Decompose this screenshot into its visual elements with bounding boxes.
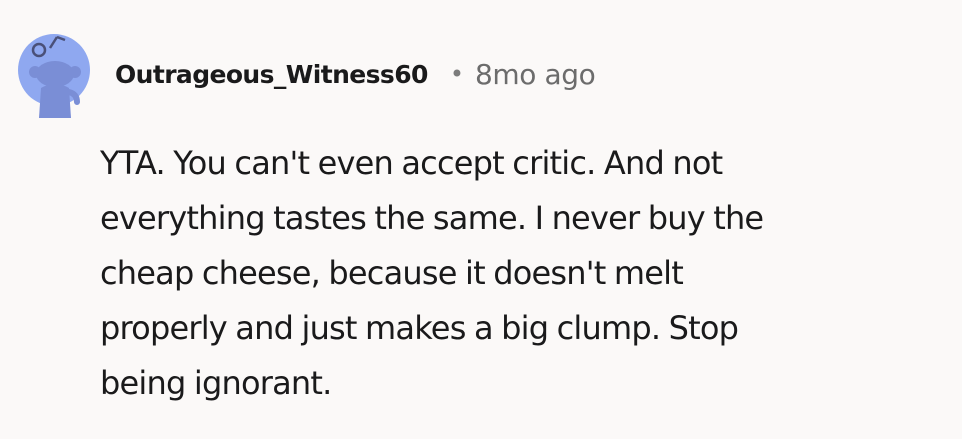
comment-body-line: everything tastes the same. I never buy … <box>100 199 764 237</box>
timestamp-link[interactable]: 8mo ago <box>475 58 596 91</box>
separator-dot: • <box>449 60 464 88</box>
comment: Outrageous_Witness60 • 8mo ago YTA. You … <box>0 0 962 439</box>
comment-body: YTA. You can't even accept critic. And n… <box>100 136 940 411</box>
comment-body-line: being ignorant. <box>100 364 332 402</box>
username-link[interactable]: Outrageous_Witness60 <box>115 60 428 89</box>
comment-body-line: cheap cheese, because it doesn't melt <box>100 254 684 292</box>
user-avatar[interactable] <box>17 22 91 118</box>
reddit-snoo-avatar-icon <box>18 34 90 118</box>
comment-body-line: YTA. You can't even accept critic. And n… <box>100 144 723 182</box>
comment-body-line: properly and just makes a big clump. Sto… <box>100 309 739 347</box>
comment-header: Outrageous_Witness60 • 8mo ago <box>115 52 596 96</box>
